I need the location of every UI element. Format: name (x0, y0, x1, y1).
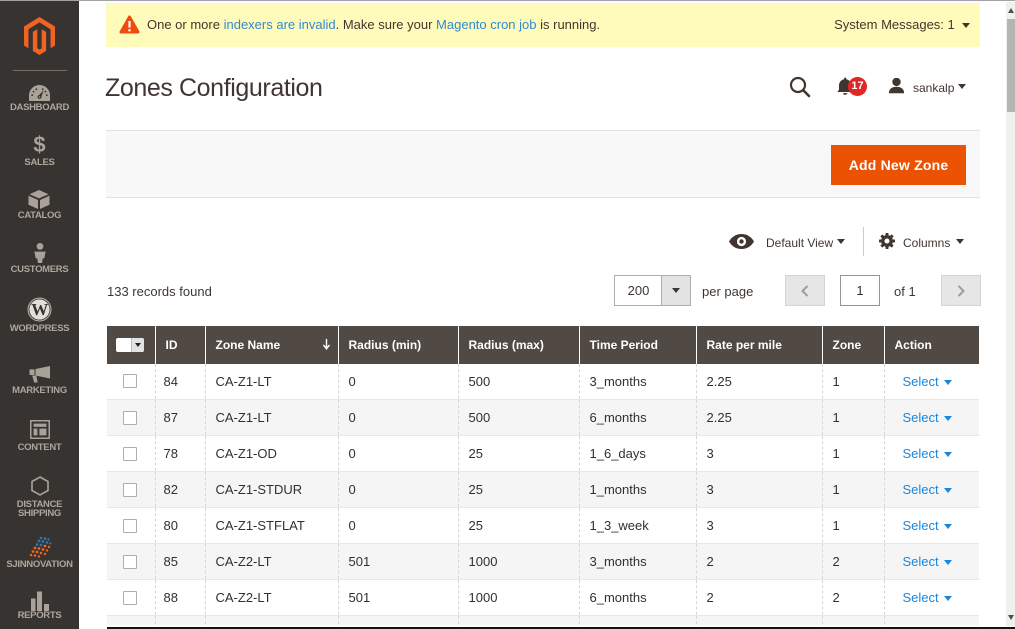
svg-text:W: W (31, 300, 48, 319)
